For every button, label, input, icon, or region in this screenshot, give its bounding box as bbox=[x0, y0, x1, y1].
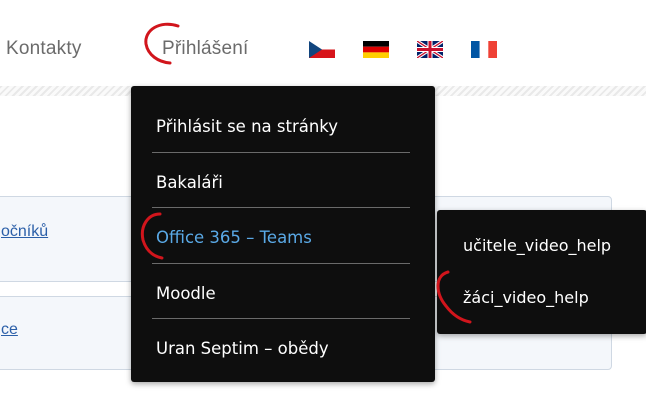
login-dropdown-menu: Přihlásit se na stránky Bakaláři Office … bbox=[131, 86, 435, 382]
menu-item-office365-teams[interactable]: Office 365 – Teams bbox=[156, 228, 312, 247]
submenu-item-student-video-help[interactable]: žáci_video_help bbox=[463, 288, 589, 307]
menu-divider bbox=[152, 318, 410, 319]
menu-item-site-login[interactable]: Přihlásit se na stránky bbox=[156, 117, 338, 136]
menu-item-uran-septim[interactable]: Uran Septim – obědy bbox=[156, 339, 329, 358]
czech-flag-icon[interactable] bbox=[309, 41, 335, 58]
french-flag-icon[interactable] bbox=[471, 41, 497, 58]
top-navigation-bar: Kontakty Přihlášení bbox=[0, 0, 646, 86]
german-flag-icon[interactable] bbox=[363, 41, 389, 58]
uk-flag-icon[interactable] bbox=[417, 41, 443, 58]
menu-divider bbox=[152, 263, 410, 264]
nav-link-contacts[interactable]: Kontakty bbox=[6, 38, 82, 60]
menu-item-moodle[interactable]: Moodle bbox=[156, 284, 216, 303]
submenu-item-teacher-video-help[interactable]: učitele_video_help bbox=[463, 236, 611, 255]
menu-divider bbox=[152, 207, 410, 208]
menu-divider bbox=[152, 152, 410, 153]
content-link-1[interactable]: očníků bbox=[1, 223, 48, 241]
teams-submenu: učitele_video_help žáci_video_help bbox=[437, 210, 646, 334]
nav-link-login[interactable]: Přihlášení bbox=[162, 38, 249, 60]
content-link-2[interactable]: ce bbox=[1, 321, 18, 339]
menu-item-bakalari[interactable]: Bakaláři bbox=[156, 173, 223, 192]
